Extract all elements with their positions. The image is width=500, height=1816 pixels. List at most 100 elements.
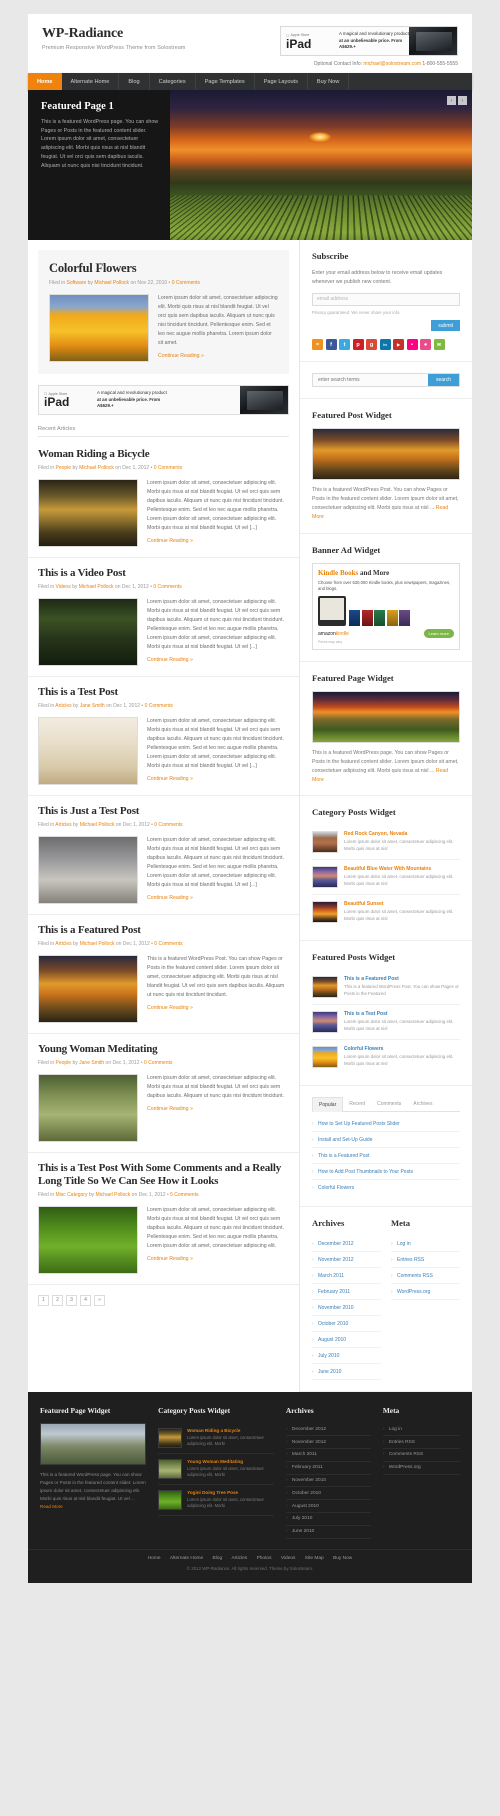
list-item[interactable]: Log in [382, 1423, 460, 1437]
list-item[interactable]: Colorful Flowers [312, 1180, 460, 1195]
footer-nav-videos[interactable]: Videos [281, 1556, 296, 1561]
list-item[interactable]: How to Set Up Featured Posts Slider [312, 1116, 460, 1133]
featured-post-title[interactable]: Colorful Flowers [49, 261, 278, 276]
article-title[interactable]: Young Woman Meditating [38, 1043, 289, 1056]
tab-popular[interactable]: Popular [312, 1097, 344, 1113]
article-readmore[interactable]: Continue Reading » [147, 657, 193, 663]
list-item[interactable]: This is a Featured Post [312, 1148, 460, 1165]
article-readmore[interactable]: Continue Reading » [147, 776, 193, 782]
list-item[interactable]: Woman Riding a Bicycle Lorem ipsum dolor… [158, 1423, 274, 1455]
list-item[interactable]: WordPress.org [382, 1462, 460, 1475]
list-item-title[interactable]: Yogini Doing Tree Pose [187, 1490, 274, 1495]
site-title[interactable]: WP-Radiance [42, 26, 186, 42]
social-icons-row[interactable]: ≈ f t p g in ▶ • ● ✉ [312, 339, 460, 351]
list-item-thumbnail[interactable] [312, 1011, 338, 1034]
main-navigation[interactable]: Home Alternate Home Blog Categories Page… [28, 73, 472, 90]
list-item-title[interactable]: This is a Test Post [344, 1011, 460, 1017]
list-item[interactable]: June 2010 [312, 1364, 381, 1381]
article-thumbnail[interactable] [38, 835, 138, 904]
article-title[interactable]: This is a Video Post [38, 567, 289, 580]
header-ad-banner[interactable]:  Apple Store iPad A magical and revolut… [280, 26, 458, 56]
list-item[interactable]: WordPress.org [391, 1284, 460, 1301]
article-title[interactable]: This is a Featured Post [38, 924, 289, 937]
list-item-title[interactable]: Beautiful Blue Water With Mountains [344, 866, 460, 872]
article-readmore[interactable]: Continue Reading » [147, 538, 193, 544]
slider-controls[interactable]: ‹ › [447, 96, 467, 105]
tabs-nav[interactable]: Popular Recent Comments Archives [312, 1097, 460, 1113]
footer-nav-alternate-home[interactable]: Alternate Home [170, 1556, 203, 1561]
nav-item-page-templates[interactable]: Page Templates [196, 73, 255, 90]
list-item-title[interactable]: Red Rock Canyon, Nevada [344, 831, 460, 837]
list-item[interactable]: February 2011 [312, 1284, 381, 1301]
list-item[interactable]: This is a Featured Post This is a featur… [312, 970, 460, 1006]
list-item[interactable]: August 2010 [285, 1500, 371, 1513]
footer-nav-articles[interactable]: Articles [231, 1556, 247, 1561]
twitter-icon[interactable]: t [339, 339, 350, 351]
pinterest-icon[interactable]: p [352, 339, 364, 351]
footer-nav-blog[interactable]: Blog [213, 1556, 223, 1561]
search-button[interactable]: search [427, 374, 459, 387]
list-item[interactable]: Red Rock Canyon, Nevada Lorem ipsum dolo… [312, 825, 460, 861]
email-icon[interactable]: ✉ [433, 339, 445, 351]
article-author-link[interactable]: Michael Pollock [80, 941, 115, 947]
article-title[interactable]: This is Just a Test Post [38, 805, 289, 818]
list-item-title[interactable]: Woman Riding a Bicycle [187, 1428, 274, 1433]
footer-nav-buy-now[interactable]: Buy Now [333, 1556, 352, 1561]
featured-post-thumbnail[interactable] [49, 293, 149, 362]
article-category-link[interactable]: Articles [55, 941, 71, 947]
post-author-link[interactable]: Michael Pollock [94, 280, 129, 286]
article-title[interactable]: This is a Test Post [38, 686, 289, 699]
list-item[interactable]: Yogini Doing Tree Pose Lorem ipsum dolor… [158, 1485, 274, 1517]
list-item[interactable]: November 2012 [285, 1436, 371, 1450]
facebook-icon[interactable]: f [325, 339, 337, 351]
page-next-button[interactable]: » [94, 1294, 105, 1306]
page-3-button[interactable]: 3 [66, 1294, 77, 1306]
pagination[interactable]: 1 2 3 4 » [28, 1285, 299, 1320]
flickr-icon[interactable]: • [406, 339, 418, 351]
post-comments-link[interactable]: 0 Comments [172, 280, 200, 286]
article-comments-link[interactable]: 0 Comments [145, 703, 173, 709]
article-readmore[interactable]: Continue Reading » [147, 1106, 193, 1112]
list-item[interactable]: Young Woman Meditating Lorem ipsum dolor… [158, 1454, 274, 1486]
list-item-title[interactable]: Young Woman Meditating [187, 1459, 274, 1464]
dribbble-icon[interactable]: ● [420, 339, 431, 351]
article-title[interactable]: Woman Riding a Bicycle [38, 448, 289, 461]
article-author-link[interactable]: Michael Pollock [96, 1192, 131, 1198]
list-item[interactable]: August 2010 [312, 1332, 381, 1349]
article-readmore[interactable]: Continue Reading » [147, 1256, 193, 1262]
list-item[interactable]: October 2010 [285, 1487, 371, 1501]
list-item[interactable]: Beautiful Sunset Lorem ipsum dolor sit a… [312, 895, 460, 929]
article-comments-link[interactable]: 0 Comments [153, 584, 181, 590]
list-item[interactable]: Entries RSS [391, 1252, 460, 1269]
list-item-thumbnail[interactable] [158, 1490, 183, 1511]
rss-icon[interactable]: ≈ [312, 339, 323, 351]
list-item-title[interactable]: Colorful Flowers [344, 1046, 460, 1052]
list-item[interactable]: November 2010 [312, 1300, 381, 1317]
footer-nav-site-map[interactable]: Site Map [305, 1556, 324, 1561]
list-item[interactable]: December 2012 [285, 1423, 371, 1437]
article-thumbnail[interactable] [38, 954, 138, 1023]
list-item[interactable]: December 2012 [312, 1236, 381, 1253]
inline-ad-banner[interactable]:  Apple Store iPad A magical and revolut… [38, 384, 289, 415]
article-comments-link[interactable]: 0 Comments [144, 1060, 172, 1066]
list-item[interactable]: October 2010 [312, 1316, 381, 1333]
list-item-title[interactable]: Beautiful Sunset [344, 901, 460, 907]
nav-item-buy-now[interactable]: Buy Now [308, 73, 350, 90]
article-author-link[interactable]: Michael Pollock [79, 584, 114, 590]
slider-prev-icon[interactable]: ‹ [447, 96, 456, 105]
list-item[interactable]: Comments RSS [391, 1268, 460, 1285]
list-item-thumbnail[interactable] [312, 901, 338, 924]
list-item[interactable]: June 2010 [285, 1526, 371, 1539]
list-item[interactable]: March 2011 [285, 1449, 371, 1462]
list-item-thumbnail[interactable] [312, 1046, 338, 1069]
article-comments-link[interactable]: 0 Comments [154, 822, 182, 828]
article-thumbnail[interactable] [38, 716, 138, 785]
article-thumbnail[interactable] [38, 1073, 138, 1142]
list-item-thumbnail[interactable] [312, 831, 338, 854]
list-item-thumbnail[interactable] [158, 1459, 183, 1480]
article-author-link[interactable]: Michael Pollock [79, 465, 114, 471]
page-1-button[interactable]: 1 [38, 1294, 49, 1306]
slider-next-icon[interactable]: › [458, 96, 467, 105]
list-item-thumbnail[interactable] [158, 1428, 183, 1449]
article-comments-link[interactable]: 5 Comments [170, 1192, 198, 1198]
